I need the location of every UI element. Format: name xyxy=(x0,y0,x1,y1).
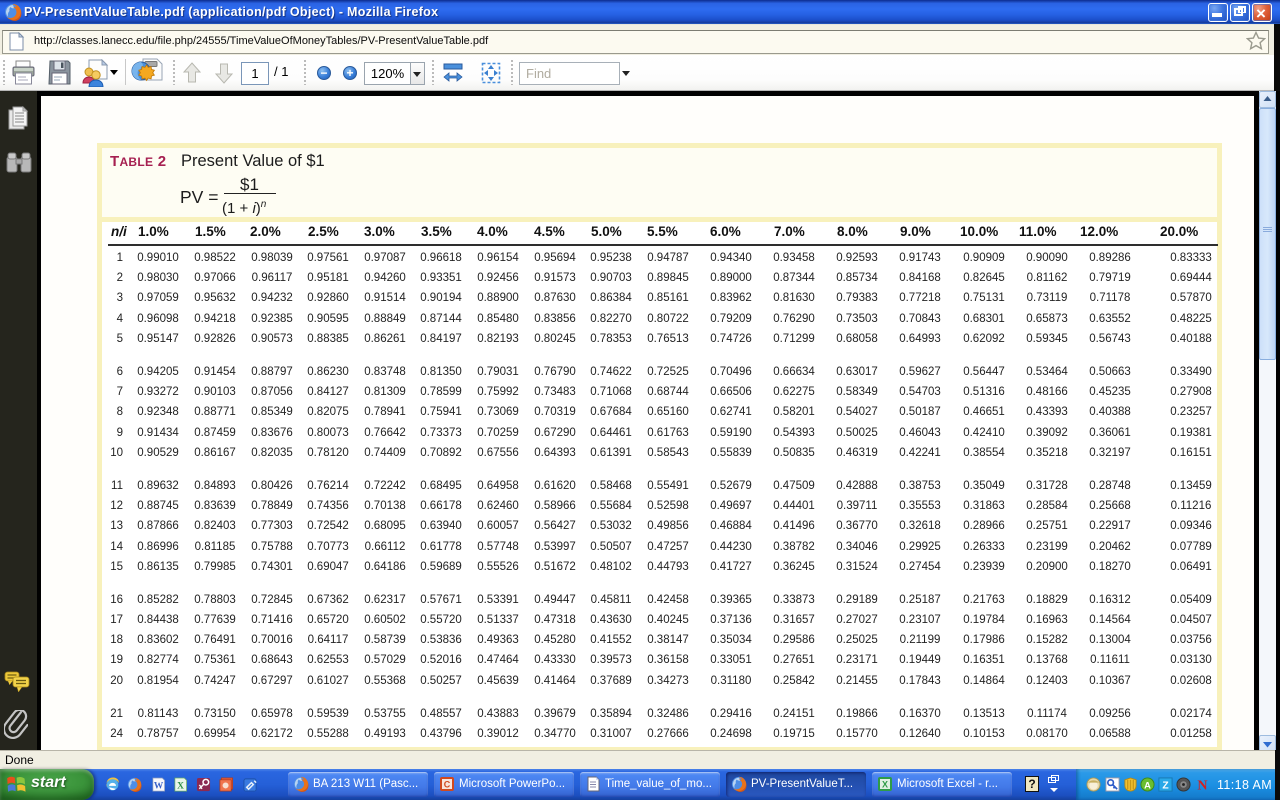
svg-text:C: C xyxy=(444,780,451,790)
svg-text:X: X xyxy=(177,781,184,791)
svg-text:W: W xyxy=(154,781,164,791)
svg-text:A: A xyxy=(1144,780,1151,790)
svg-text:N: N xyxy=(1197,778,1207,792)
svg-text:X: X xyxy=(882,780,888,790)
svg-text:Z: Z xyxy=(1162,780,1168,791)
